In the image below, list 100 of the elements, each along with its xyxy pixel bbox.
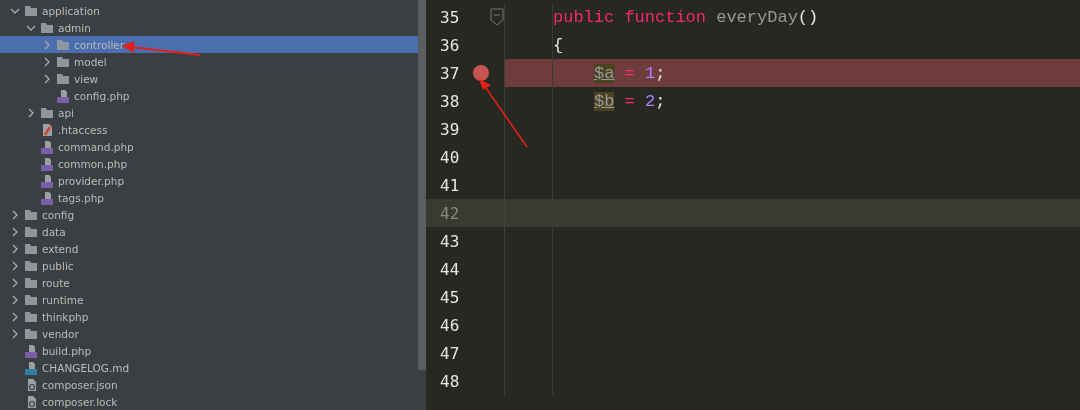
tree-item[interactable]: route bbox=[0, 274, 418, 291]
tree-item[interactable]: api bbox=[0, 104, 418, 121]
chevron-right-icon[interactable] bbox=[10, 311, 20, 322]
folder-icon bbox=[40, 20, 54, 35]
folder-icon bbox=[24, 326, 38, 341]
line-number: 41 bbox=[439, 175, 461, 195]
line-number: 47 bbox=[439, 343, 461, 363]
file-name: composer.json bbox=[42, 378, 118, 391]
php-file-icon bbox=[40, 173, 54, 188]
line-number: 36 bbox=[439, 35, 461, 55]
tree-item[interactable]: view bbox=[0, 70, 418, 87]
folder-icon bbox=[24, 309, 38, 324]
tree-item[interactable]: provider.php bbox=[0, 172, 418, 189]
markdown-file-icon bbox=[24, 360, 38, 375]
folder-icon bbox=[56, 54, 70, 69]
tree-item[interactable]: runtime bbox=[0, 291, 418, 308]
tree-item[interactable]: admin bbox=[0, 19, 418, 36]
folder-icon bbox=[24, 224, 38, 239]
line-number: 46 bbox=[439, 315, 461, 335]
breakpoint-icon[interactable] bbox=[473, 65, 489, 81]
line-number: 40 bbox=[439, 147, 461, 167]
chevron-right-icon[interactable] bbox=[42, 73, 52, 84]
folder-icon bbox=[24, 258, 38, 273]
tree-item[interactable]: vendor bbox=[0, 325, 418, 342]
line-number: 37 bbox=[439, 63, 461, 83]
annotation-arrow bbox=[478, 78, 528, 148]
php-file-icon bbox=[40, 190, 54, 205]
tree-item[interactable]: .htaccess bbox=[0, 121, 418, 138]
tree-item[interactable]: model bbox=[0, 53, 418, 70]
chevron-right-icon[interactable] bbox=[42, 56, 52, 67]
chevron-right-icon[interactable] bbox=[26, 107, 36, 118]
chevron-right-icon[interactable] bbox=[10, 226, 20, 237]
file-name: public bbox=[42, 259, 74, 272]
file-name: controller bbox=[74, 38, 125, 51]
line-number: 44 bbox=[439, 259, 461, 279]
file-name: vendor bbox=[42, 327, 79, 340]
file-name: model bbox=[74, 55, 107, 68]
file-name: runtime bbox=[42, 293, 84, 306]
file-name: route bbox=[42, 276, 70, 289]
file-name: thinkphp bbox=[42, 310, 89, 323]
tree-item[interactable]: build.php bbox=[0, 342, 418, 359]
chevron-right-icon[interactable] bbox=[10, 277, 20, 288]
folder-icon bbox=[56, 71, 70, 86]
line-number: 43 bbox=[439, 231, 461, 251]
tree-item[interactable]: extend bbox=[0, 240, 418, 257]
tree-item[interactable]: application bbox=[0, 2, 418, 19]
line-number: 48 bbox=[439, 371, 461, 391]
tree-item[interactable]: CHANGELOG.md bbox=[0, 359, 418, 376]
tree-item[interactable]: tags.php bbox=[0, 189, 418, 206]
folder-icon bbox=[24, 275, 38, 290]
file-name: common.php bbox=[58, 157, 128, 170]
file-name: command.php bbox=[58, 140, 134, 153]
code-line: $a = 1; bbox=[593, 63, 666, 83]
file-name: application bbox=[42, 4, 100, 17]
code-line: { bbox=[553, 35, 564, 55]
file-name: tags.php bbox=[58, 191, 104, 204]
tree-item[interactable]: data bbox=[0, 223, 418, 240]
line-number: 35 bbox=[439, 7, 461, 27]
chevron-right-icon[interactable] bbox=[10, 260, 20, 271]
file-name: config bbox=[42, 208, 75, 221]
file-name: build.php bbox=[42, 344, 92, 357]
chevron-right-icon[interactable] bbox=[10, 209, 20, 220]
file-name: composer.lock bbox=[42, 395, 118, 408]
file-name: api bbox=[58, 106, 75, 119]
code-line: $b = 2; bbox=[593, 91, 666, 111]
line-number: 45 bbox=[439, 287, 461, 307]
tree-item[interactable]: config bbox=[0, 206, 418, 223]
folder-icon bbox=[24, 292, 38, 307]
folder-icon bbox=[40, 105, 54, 120]
tree-item[interactable]: thinkphp bbox=[0, 308, 418, 325]
folder-icon bbox=[56, 37, 70, 52]
folder-icon bbox=[24, 241, 38, 256]
file-name: config.php bbox=[74, 89, 130, 102]
line-number: 42 bbox=[439, 203, 461, 223]
php-file-icon bbox=[24, 343, 38, 358]
folder-icon bbox=[24, 3, 38, 18]
file-name: CHANGELOG.md bbox=[42, 361, 130, 374]
folder-icon bbox=[24, 207, 38, 222]
tree-item[interactable]: command.php bbox=[0, 138, 418, 155]
chevron-right-icon[interactable] bbox=[10, 294, 20, 305]
php-file-icon bbox=[40, 139, 54, 154]
tree-item[interactable]: public bbox=[0, 257, 418, 274]
php-file-icon bbox=[40, 156, 54, 171]
line-number: 39 bbox=[439, 119, 461, 139]
file-name: data bbox=[42, 225, 66, 238]
code-line: public function everyDay() bbox=[553, 7, 819, 27]
tree-item[interactable]: common.php bbox=[0, 155, 418, 172]
file-name: provider.php bbox=[58, 174, 125, 187]
php-file-icon bbox=[56, 88, 70, 103]
tree-item[interactable]: composer.lock bbox=[0, 393, 418, 410]
tree-item[interactable]: composer.json bbox=[0, 376, 418, 393]
scrollbar-thumb[interactable] bbox=[418, 0, 426, 370]
file-name: admin bbox=[58, 21, 91, 34]
tree-item[interactable]: config.php bbox=[0, 87, 418, 104]
fold-icon[interactable] bbox=[490, 8, 504, 26]
file-name: .htaccess bbox=[58, 123, 108, 136]
chevron-right-icon[interactable] bbox=[10, 328, 20, 339]
chevron-right-icon[interactable] bbox=[10, 243, 20, 254]
config-file-icon bbox=[40, 122, 54, 137]
line-number: 38 bbox=[439, 91, 461, 111]
